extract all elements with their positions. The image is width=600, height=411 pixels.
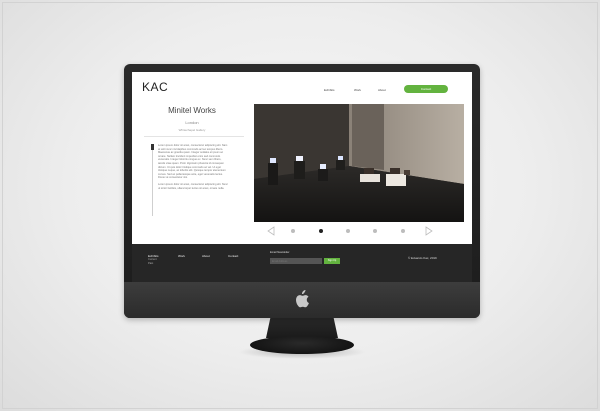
gallery-photo [254, 104, 464, 222]
carousel-dot-active[interactable] [319, 229, 323, 233]
apple-logo-icon [296, 290, 309, 308]
gallery-installation-image [254, 104, 464, 222]
carousel-dot[interactable] [401, 229, 405, 233]
text-scroll-track[interactable] [152, 144, 153, 216]
description-paragraph: Lorem ipsum dolor sit amet, consectetur … [158, 182, 228, 190]
footer-link-contact[interactable]: Contact [228, 254, 238, 258]
description-paragraph: Lorem ipsum dolor sit amet, consectetur … [158, 144, 228, 180]
footer-sublink-current[interactable]: Current [148, 258, 157, 261]
footer-link-work[interactable]: Work [178, 254, 185, 258]
divider [144, 136, 244, 137]
nav-link-work[interactable]: Work [354, 88, 361, 92]
nav-link-exhibits[interactable]: Exhibits [324, 88, 335, 92]
copyright-text: © Eduardo Kac, 2019 [408, 256, 437, 260]
nav-link-about[interactable]: About [378, 88, 386, 92]
contact-button[interactable]: Contact [404, 85, 448, 93]
site-footer: Exhibits Current Past Work About Contact… [132, 244, 472, 282]
project-title: Minitel Works [168, 106, 216, 115]
project-city: London [185, 120, 199, 125]
newsletter-email-input[interactable] [270, 258, 322, 264]
text-scroll-thumb[interactable] [151, 144, 154, 150]
stand-neck [266, 318, 338, 338]
chevron-right-icon[interactable] [424, 226, 434, 236]
website-screen: KAC Exhibits Work About Contact Minitel … [132, 72, 472, 282]
chevron-left-icon[interactable] [266, 226, 276, 236]
site-logo[interactable]: KAC [142, 80, 168, 94]
carousel-dot[interactable] [291, 229, 295, 233]
footer-link-about[interactable]: About [202, 254, 210, 258]
carousel-dot[interactable] [346, 229, 350, 233]
newsletter-label: Email Newsletter [270, 251, 290, 254]
project-description: Lorem ipsum dolor sit amet, consectetur … [158, 144, 228, 190]
footer-sublink-past[interactable]: Past [148, 262, 153, 265]
project-venue: Whitechapel Gallery [178, 128, 206, 132]
stand-foot [250, 336, 354, 354]
top-navigation: KAC Exhibits Work About Contact [132, 72, 472, 104]
newsletter-signup-button[interactable]: Sign Up [324, 258, 340, 264]
carousel-dot[interactable] [373, 229, 377, 233]
